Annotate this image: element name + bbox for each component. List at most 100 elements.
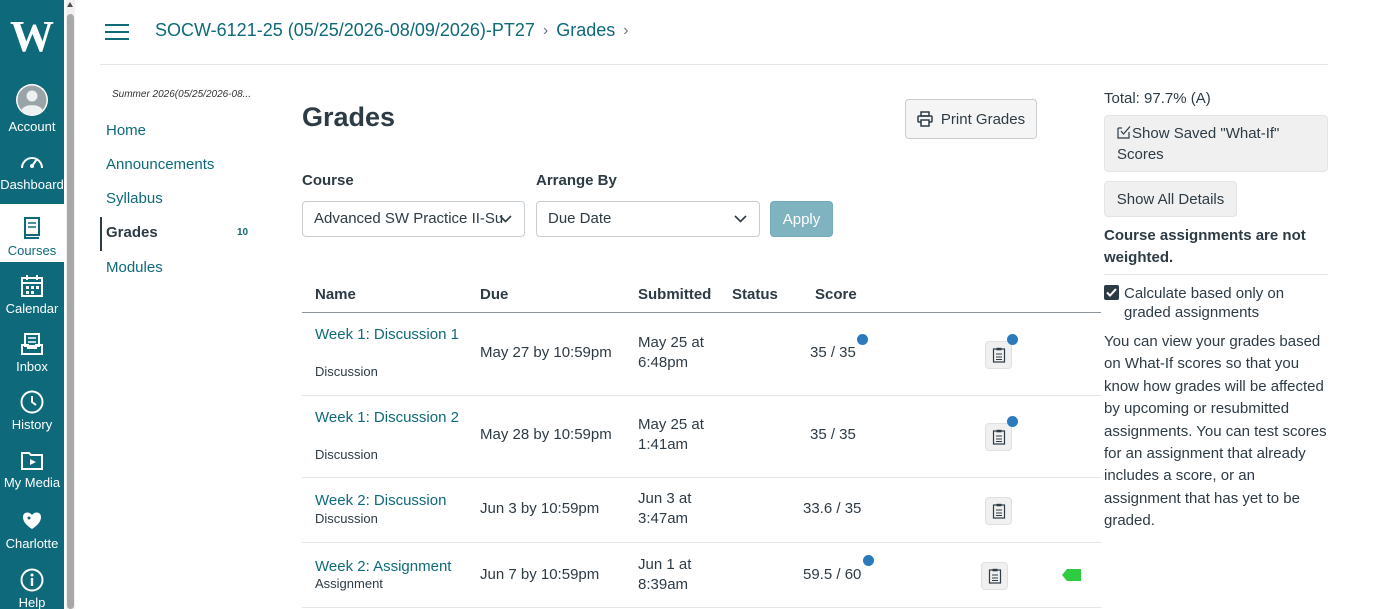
- assignment-type: Discussion: [315, 447, 378, 462]
- arrange-by-value: Due Date: [548, 210, 612, 227]
- nav-history[interactable]: History: [0, 378, 64, 436]
- print-grades-button[interactable]: Print Grades: [905, 99, 1037, 139]
- nav-account[interactable]: Account: [0, 80, 64, 138]
- row-divider: [302, 477, 1101, 478]
- score[interactable]: 35 / 35: [810, 343, 856, 363]
- breadcrumb-separator: ›: [623, 21, 629, 39]
- nav-calendar[interactable]: Calendar: [0, 262, 64, 320]
- nav-label: Calendar: [5, 301, 59, 316]
- graded-only-checkbox[interactable]: [1104, 285, 1119, 300]
- arrange-by-select[interactable]: Due Date: [536, 201, 760, 237]
- course-nav-modules[interactable]: Modules: [106, 259, 163, 276]
- inbox-icon: [21, 333, 43, 355]
- unread-score-dot-icon: [863, 555, 874, 566]
- col-header-status[interactable]: Status: [732, 286, 778, 303]
- arrange-by-label: Arrange By: [536, 172, 617, 189]
- sidebar-divider: [1104, 274, 1328, 275]
- assignment-type: Discussion: [315, 364, 378, 379]
- header-divider: [100, 64, 1328, 65]
- help-info-icon: [20, 568, 44, 592]
- submitted-date: Jun 1 at 8:39am: [638, 556, 692, 593]
- total-grade: Total: 97.7% (A): [1104, 90, 1211, 107]
- scrollbar-thumb[interactable]: [67, 14, 74, 609]
- assignment-link[interactable]: Week 2: Assignment: [315, 557, 485, 576]
- row-divider: [302, 395, 1101, 396]
- assignment-link[interactable]: Week 1: Discussion 2: [315, 408, 465, 427]
- checkmark-icon: [1106, 288, 1117, 297]
- nav-label: Dashboard: [0, 177, 64, 192]
- table-header-divider: [302, 312, 1101, 313]
- col-header-score[interactable]: Score: [815, 286, 857, 303]
- media-folder-icon: [21, 452, 43, 470]
- nav-label: Help: [18, 595, 46, 609]
- row-divider: [302, 607, 1101, 608]
- chevron-down-icon: [734, 215, 747, 223]
- nav-help[interactable]: Help: [0, 556, 64, 609]
- score[interactable]: 33.6 / 35: [803, 499, 861, 519]
- nav-my-media[interactable]: My Media: [0, 436, 64, 494]
- page-title: Grades: [302, 102, 396, 132]
- score[interactable]: 35 / 35: [810, 425, 856, 445]
- row-divider: [302, 542, 1101, 543]
- assignment-type: Assignment: [315, 576, 383, 591]
- due-date: Jun 7 by 10:59pm: [480, 566, 600, 583]
- nav-label: Inbox: [16, 359, 48, 374]
- nav-inbox[interactable]: Inbox: [0, 320, 64, 378]
- breadcrumb-grades-link[interactable]: Grades: [556, 20, 615, 41]
- course-select-value: Advanced SW Practice II-Su: [314, 210, 504, 227]
- status-flag-icon: [1062, 569, 1081, 581]
- score[interactable]: 59.5 / 60: [803, 565, 861, 585]
- rubric-icon[interactable]: [985, 341, 1012, 369]
- scroll-up-arrow-icon[interactable]: [67, 2, 73, 7]
- assignment-link[interactable]: Week 1: Discussion 1: [315, 325, 465, 344]
- col-header-submitted[interactable]: Submitted: [638, 286, 711, 303]
- print-grades-label: Print Grades: [940, 110, 1026, 128]
- vertical-scrollbar[interactable]: [66, 0, 75, 609]
- nav-label: Courses: [7, 243, 57, 258]
- course-menu-toggle-icon[interactable]: [105, 22, 129, 42]
- weighting-note: Course assignments are not weighted.: [1104, 227, 1306, 266]
- breadcrumb-separator: ›: [542, 21, 549, 39]
- course-nav-announcements[interactable]: Announcements: [106, 156, 214, 173]
- nav-label: Charlotte: [5, 536, 59, 551]
- nav-dashboard[interactable]: Dashboard: [0, 138, 64, 196]
- nav-label: Account: [8, 119, 56, 134]
- nav-courses[interactable]: Courses: [0, 204, 64, 262]
- unread-comment-dot-icon: [1007, 334, 1018, 345]
- dashboard-gauge-icon: [21, 157, 43, 169]
- chevron-down-icon: [499, 215, 512, 223]
- nav-label: History: [11, 417, 53, 432]
- due-date: May 27 by 10:59pm: [480, 344, 612, 361]
- grades-count-badge: 10: [237, 227, 249, 238]
- col-header-name[interactable]: Name: [315, 286, 356, 303]
- course-nav-syllabus[interactable]: Syllabus: [106, 190, 163, 207]
- show-what-if-scores-label: Show Saved "What-If" Scores: [1117, 125, 1280, 163]
- assignment-link[interactable]: Week 2: Discussion: [315, 491, 485, 510]
- show-all-details-button[interactable]: Show All Details: [1104, 181, 1237, 217]
- breadcrumb-course-link[interactable]: SOCW-6121-25 (05/25/2026-08/09/2026)-PT2…: [155, 20, 535, 41]
- unread-comment-dot-icon: [1007, 416, 1018, 427]
- rubric-icon[interactable]: [981, 562, 1008, 590]
- nav-label: My Media: [3, 475, 61, 490]
- account-avatar-icon: [16, 84, 48, 116]
- submitted-date: May 25 at 6:48pm: [638, 334, 704, 371]
- graded-only-label[interactable]: Calculate based only on graded assignmen…: [1124, 284, 1324, 322]
- global-nav: W Account Dashboard Courses Calendar Inb…: [0, 0, 64, 609]
- course-nav-home[interactable]: Home: [106, 122, 146, 139]
- course-select[interactable]: Advanced SW Practice II-Su: [302, 201, 525, 237]
- courses-book-icon: [24, 217, 40, 239]
- university-logo[interactable]: W: [0, 0, 64, 72]
- rubric-icon[interactable]: [985, 497, 1012, 525]
- active-indicator: [100, 217, 102, 251]
- show-what-if-scores-button[interactable]: Show Saved "What-If" Scores: [1104, 115, 1328, 172]
- col-header-due[interactable]: Due: [480, 286, 508, 303]
- what-if-info-text: You can view your grades based on What-I…: [1104, 333, 1327, 530]
- course-select-label: Course: [302, 172, 354, 189]
- rubric-icon[interactable]: [985, 423, 1012, 451]
- calendar-icon: [21, 275, 43, 297]
- nav-charlotte[interactable]: Charlotte: [0, 497, 64, 555]
- history-clock-icon: [20, 390, 44, 414]
- course-nav-grades[interactable]: Grades: [106, 224, 158, 241]
- apply-button[interactable]: Apply: [770, 201, 833, 237]
- printer-icon: [917, 111, 933, 127]
